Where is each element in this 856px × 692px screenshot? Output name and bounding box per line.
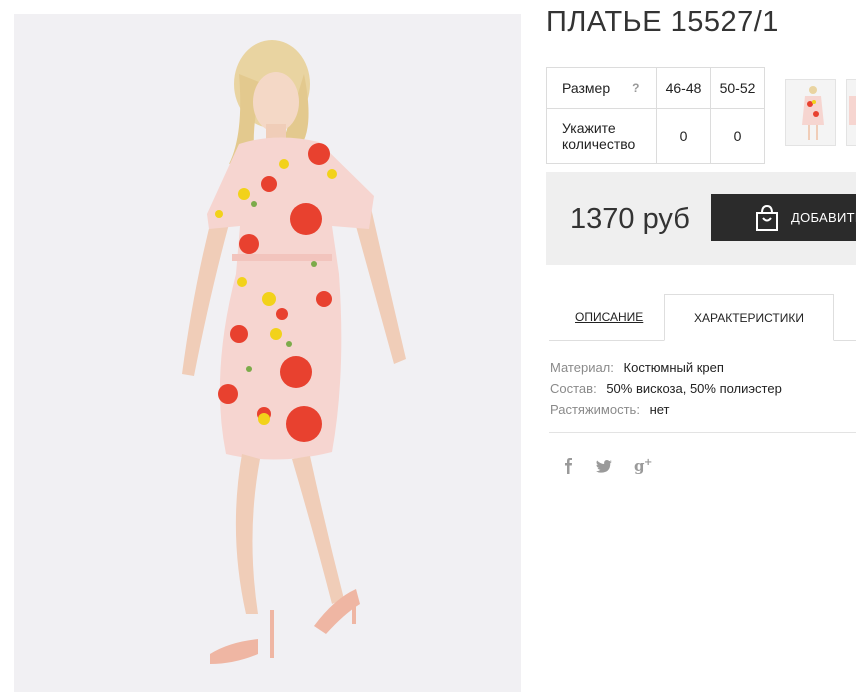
- spec-key: Материал:: [550, 360, 614, 375]
- spec-key: Состав:: [550, 381, 597, 396]
- thumbnail-1[interactable]: [785, 79, 836, 146]
- quantity-input-1[interactable]: 0: [656, 108, 711, 164]
- info-tabs: ОПИСАНИЕ ХАРАКТЕРИСТИКИ: [549, 294, 856, 341]
- product-price: 1370 руб: [570, 203, 690, 235]
- facebook-icon[interactable]: [562, 458, 574, 478]
- spec-row-composition: Состав: 50% вискоза, 50% полиэстер: [550, 378, 782, 399]
- section-divider: [549, 432, 856, 433]
- shopping-bag-icon: [756, 204, 778, 231]
- thumbnail-2[interactable]: [846, 79, 856, 146]
- product-title: ПЛАТЬЕ 15527/1: [546, 6, 779, 38]
- spec-row-stretch: Растяжимость: нет: [550, 399, 782, 420]
- social-share: g +: [562, 457, 676, 479]
- characteristics-list: Материал: Костюмный креп Состав: 50% вис…: [550, 357, 782, 420]
- tab-description[interactable]: ОПИСАНИЕ: [575, 310, 643, 324]
- model-illustration: [182, 40, 406, 664]
- price-box: 1370 руб ДОБАВИТЬ: [546, 172, 856, 265]
- spec-value: Костюмный креп: [623, 360, 724, 375]
- twitter-icon[interactable]: [596, 459, 612, 477]
- quantity-label: Укажите количество: [546, 108, 657, 164]
- google-plus-icon[interactable]: g +: [634, 457, 654, 479]
- thumbnail-image: [847, 80, 856, 145]
- size-label-cell: Размер ?: [546, 67, 657, 109]
- spec-row-material: Материал: Костюмный креп: [550, 357, 782, 378]
- spec-value: нет: [649, 402, 670, 417]
- spec-key: Растяжимость:: [550, 402, 640, 417]
- size-option-1[interactable]: 46-48: [656, 67, 711, 109]
- add-to-cart-button[interactable]: ДОБАВИТЬ: [711, 194, 856, 241]
- spec-value: 50% вискоза, 50% полиэстер: [606, 381, 782, 396]
- product-photo[interactable]: [14, 14, 521, 692]
- size-help-icon[interactable]: ?: [632, 81, 639, 95]
- size-label: Размер: [562, 80, 611, 96]
- size-option-2[interactable]: 50-52: [710, 67, 765, 109]
- svg-text:+: +: [644, 457, 652, 468]
- add-to-cart-label: ДОБАВИТЬ: [791, 210, 856, 225]
- tab-characteristics[interactable]: ХАРАКТЕРИСТИКИ: [664, 294, 834, 341]
- quantity-input-2[interactable]: 0: [710, 108, 765, 164]
- size-table: Размер ? 46-48 50-52 Укажите количество …: [546, 67, 765, 164]
- thumbnail-image: [786, 80, 835, 145]
